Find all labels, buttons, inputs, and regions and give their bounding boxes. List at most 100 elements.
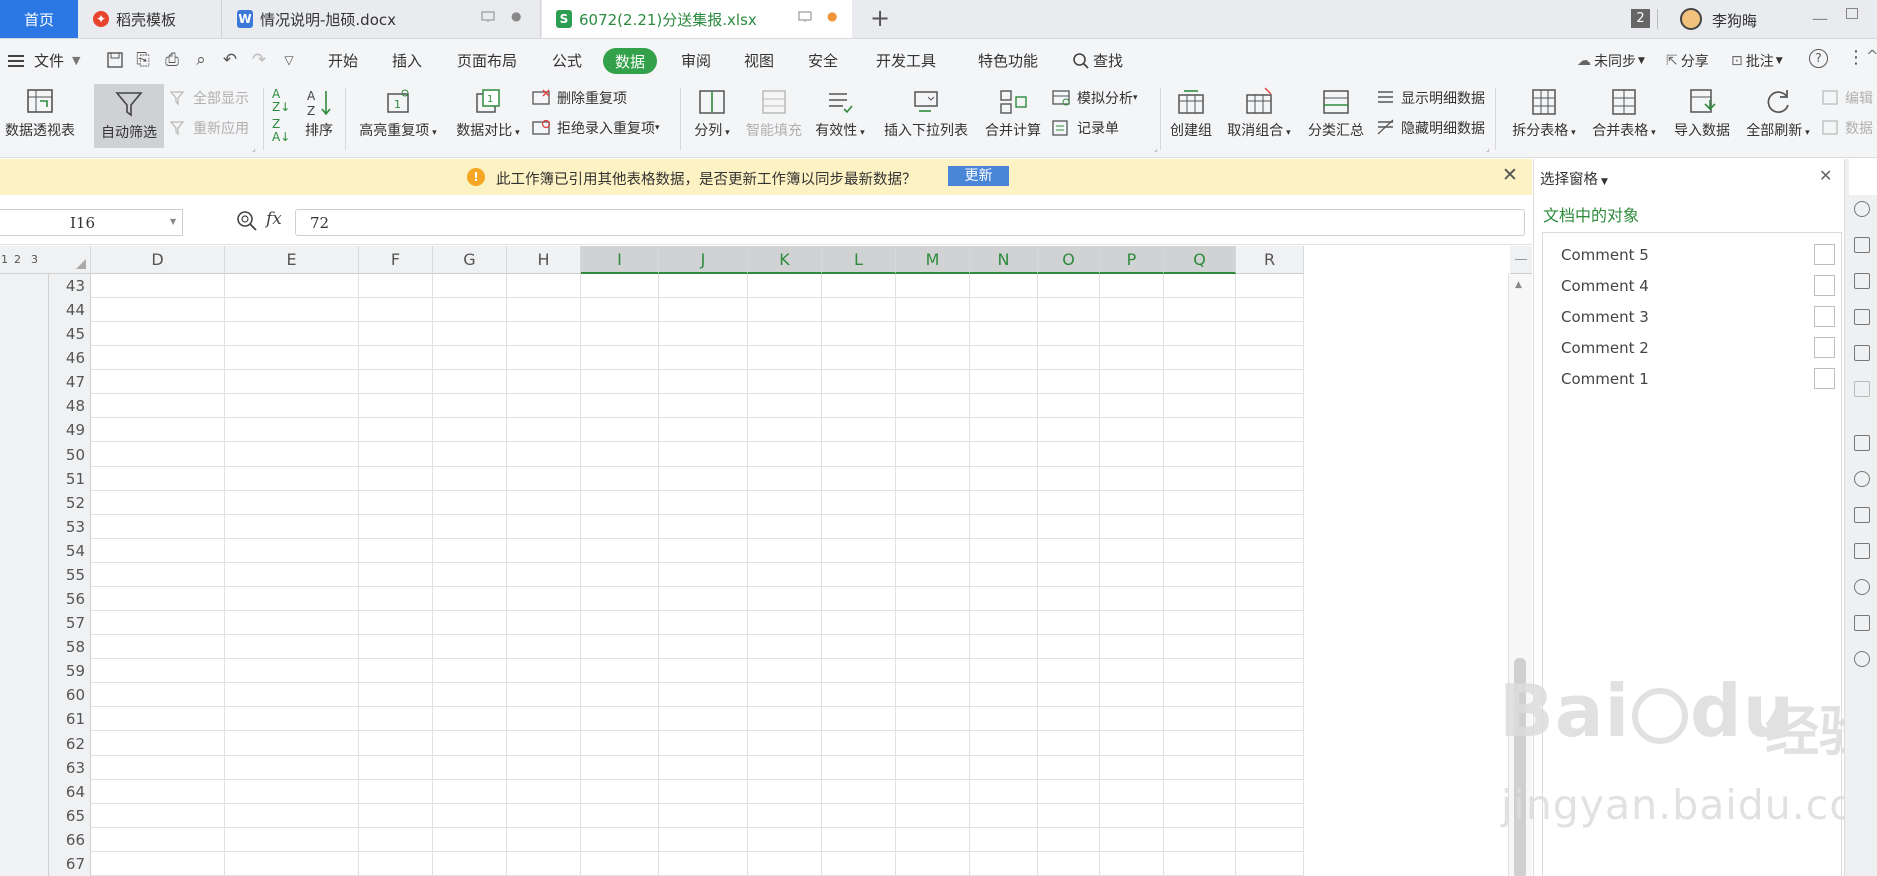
highlight-duplicates-button[interactable]: 1 高亮重复项 ▾ [352, 82, 444, 150]
visibility-checkbox[interactable] [1814, 244, 1835, 265]
print-icon[interactable]: ⎙ [161, 49, 183, 71]
visibility-checkbox[interactable] [1814, 368, 1835, 389]
table-row[interactable] [91, 539, 1304, 563]
table-row[interactable] [91, 563, 1304, 587]
row-header[interactable]: 50 [49, 443, 89, 467]
row-header[interactable]: 47 [49, 370, 89, 394]
help-icon[interactable] [1854, 651, 1870, 667]
close-icon[interactable]: ✕ [1819, 166, 1832, 185]
row-header[interactable]: 45 [49, 322, 89, 346]
insert-function-button[interactable]: fx [266, 209, 282, 229]
table-row[interactable] [91, 491, 1304, 515]
row-header[interactable]: 63 [49, 756, 89, 780]
split-column-button[interactable]: 分列 ▾ [686, 82, 738, 150]
user-name[interactable]: 李狗晦 [1712, 10, 1757, 31]
column-header[interactable]: H [507, 246, 581, 274]
row-header[interactable]: 48 [49, 394, 89, 418]
share-button[interactable]: ⇱ 分享 [1666, 39, 1709, 82]
row-header[interactable]: 52 [49, 491, 89, 515]
column-header[interactable]: E [225, 246, 359, 274]
visibility-checkbox[interactable] [1814, 306, 1835, 327]
table-row[interactable] [91, 322, 1304, 347]
outline-level-1[interactable]: 1 [1, 253, 8, 266]
table-row[interactable] [91, 659, 1304, 684]
menu-review[interactable]: 审阅 [681, 39, 711, 82]
menu-start[interactable]: 开始 [328, 39, 358, 82]
comment-menu[interactable]: ⊡ 批注 ▼ [1731, 39, 1783, 82]
sync-status[interactable]: ☁ 未同步 ▼ [1577, 39, 1645, 82]
object-item[interactable]: Comment 4 [1551, 270, 1849, 301]
validity-button[interactable]: 有效性 ▾ [810, 82, 870, 150]
pane-icon[interactable] [1854, 345, 1870, 361]
data-compare-button[interactable]: 1 数据对比 ▾ [450, 82, 526, 150]
shapes-icon[interactable] [1854, 273, 1870, 289]
tab-word-doc[interactable]: W 情况说明-旭硕.docx ● [223, 0, 541, 38]
row-header[interactable]: 51 [49, 467, 89, 491]
row-header[interactable]: 57 [49, 611, 89, 635]
column-header[interactable]: M [896, 246, 970, 274]
row-header[interactable]: 53 [49, 515, 89, 539]
create-group-button[interactable]: 创建组 [1162, 82, 1220, 150]
chevron-down-icon[interactable]: ▼ [170, 217, 176, 226]
file-menu[interactable]: 文件 ▼ [8, 39, 80, 82]
window-count-badge[interactable]: 2 [1631, 9, 1650, 28]
selection-pane-tab[interactable] [1849, 159, 1877, 195]
table-row[interactable] [91, 298, 1304, 323]
formula-input[interactable]: 72 [295, 209, 1525, 236]
column-header[interactable]: Q [1164, 246, 1236, 274]
properties-icon[interactable] [1854, 237, 1870, 253]
show-all-button[interactable]: 全部显示 [170, 88, 249, 108]
subtotal-button[interactable]: 分类汇总 [1300, 82, 1372, 150]
merge-calculation-button[interactable]: 合并计算 [978, 82, 1048, 150]
undo-icon[interactable]: ↶ [219, 49, 241, 71]
translate-icon[interactable] [1854, 615, 1870, 631]
table-row[interactable] [91, 418, 1304, 443]
what-if-analysis-button[interactable]: 模拟分析 ▾ [1052, 88, 1138, 108]
backup-icon[interactable] [1854, 435, 1870, 451]
monitor-icon[interactable] [798, 11, 812, 26]
edit-links-button[interactable]: 编辑 [1822, 88, 1873, 108]
close-icon[interactable]: ✕ [1502, 164, 1518, 186]
menu-view[interactable]: 视图 [744, 39, 774, 82]
table-row[interactable] [91, 394, 1304, 419]
image-icon[interactable] [1854, 543, 1870, 559]
insert-dropdown-list-button[interactable]: 插入下拉列表 [876, 82, 976, 150]
table-row[interactable] [91, 611, 1304, 636]
row-header[interactable]: 64 [49, 780, 89, 804]
table-row[interactable] [91, 804, 1304, 828]
row-header[interactable]: 67 [49, 852, 89, 876]
object-item[interactable]: Comment 3 [1551, 301, 1849, 332]
library-icon[interactable] [1854, 381, 1870, 397]
collapse-ribbon-icon[interactable]: ^ [1866, 47, 1877, 65]
outline-level-3[interactable]: 3 [31, 253, 38, 266]
menu-data[interactable]: 数据 [603, 48, 658, 74]
object-item[interactable]: Comment 2 [1551, 332, 1849, 363]
object-item[interactable]: Comment 5 [1551, 239, 1849, 270]
data-links-button[interactable]: 数据 [1822, 118, 1873, 138]
tab-home[interactable]: 首页 [0, 0, 78, 38]
column-header[interactable]: O [1038, 246, 1100, 274]
row-header[interactable]: 55 [49, 563, 89, 587]
table-row[interactable] [91, 467, 1304, 491]
row-header[interactable]: 56 [49, 587, 89, 611]
menu-security[interactable]: 安全 [808, 39, 838, 82]
tab-close-dot-icon[interactable]: ● [511, 9, 521, 23]
table-row[interactable] [91, 852, 1304, 876]
table-row[interactable] [91, 683, 1304, 708]
table-row[interactable] [91, 587, 1304, 612]
delete-duplicates-button[interactable]: 删除重复项 [532, 88, 627, 108]
row-header[interactable]: 43 [49, 274, 89, 298]
update-button[interactable]: 更新 [948, 166, 1009, 186]
column-header[interactable]: D [91, 246, 225, 274]
column-header[interactable]: R [1236, 246, 1304, 274]
menu-special[interactable]: 特色功能 [978, 39, 1038, 82]
redo-icon[interactable]: ↷ [248, 49, 270, 71]
name-box[interactable]: I16 ▼ [0, 209, 183, 236]
outline-level-2[interactable]: 2 [14, 253, 21, 266]
tab-daoke[interactable]: ✦ 稻壳模板 [79, 0, 222, 38]
style-icon[interactable] [1854, 201, 1870, 217]
table-row[interactable] [91, 515, 1304, 539]
share-icon[interactable] [1854, 507, 1870, 523]
restore-icon[interactable] [1846, 8, 1858, 19]
split-table-button[interactable]: 拆分表格 ▾ [1506, 82, 1582, 150]
